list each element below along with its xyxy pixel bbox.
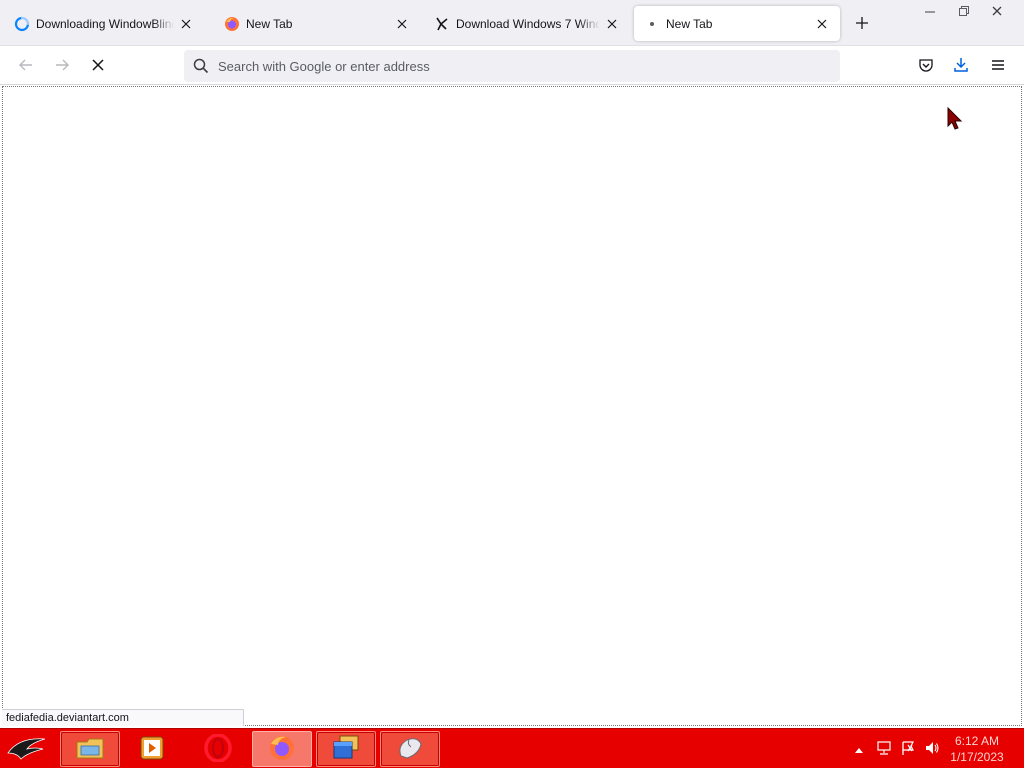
- back-button[interactable]: [13, 53, 39, 79]
- status-panel: fediafedia.deviantart.com: [2, 709, 244, 726]
- close-icon[interactable]: [394, 16, 410, 32]
- forward-button[interactable]: [49, 53, 75, 79]
- back-arrow-icon: [18, 57, 34, 76]
- address-bar[interactable]: [184, 50, 840, 82]
- pocket-button[interactable]: [913, 53, 939, 79]
- taskbar-mouse-app[interactable]: [380, 731, 440, 767]
- hamburger-menu-icon: [991, 59, 1005, 74]
- taskbar-window-manager[interactable]: [316, 731, 376, 767]
- close-window-button[interactable]: [985, 4, 1009, 20]
- stop-loading-button[interactable]: [85, 53, 111, 79]
- loading-spinner-icon: [14, 16, 30, 32]
- start-button[interactable]: [2, 731, 52, 767]
- app-menu-button[interactable]: [985, 53, 1011, 79]
- taskbar: 6:12 AM 1/17/2023: [0, 728, 1024, 768]
- window-manager-icon: [331, 734, 361, 765]
- stop-icon: [91, 58, 105, 75]
- system-clock[interactable]: 6:12 AM 1/17/2023: [944, 733, 1010, 765]
- close-icon[interactable]: [604, 16, 620, 32]
- tab-label: New Tab: [666, 16, 713, 31]
- volume-tray-button[interactable]: [922, 729, 942, 768]
- tab-new-tab-selected[interactable]: New Tab: [634, 6, 840, 41]
- tab-new-tab[interactable]: New Tab: [214, 6, 420, 41]
- search-icon: [192, 57, 210, 75]
- tab-download-windows-7-windowblinds[interactable]: Download Windows 7 WindowBlinds: [424, 6, 630, 41]
- firefox-icon: [268, 734, 296, 765]
- chevron-up-icon: [855, 742, 863, 756]
- action-center-tray-button[interactable]: [898, 729, 918, 768]
- close-icon[interactable]: [814, 16, 830, 32]
- opera-icon: [204, 732, 232, 765]
- close-icon: [991, 5, 1003, 20]
- deviantart-icon: [434, 16, 450, 32]
- pocket-icon: [918, 57, 934, 76]
- clock-date: 1/17/2023: [950, 750, 1004, 764]
- network-tray-button[interactable]: [874, 729, 894, 768]
- mouse-cursor-icon: [947, 106, 963, 131]
- firefox-icon: [224, 16, 240, 32]
- page-content-area[interactable]: [2, 86, 1022, 726]
- dot-icon: [644, 16, 660, 32]
- file-explorer-icon: [75, 734, 105, 765]
- show-hidden-icons-button[interactable]: [852, 729, 866, 768]
- tab-downloading-windowblinds[interactable]: Downloading WindowBlinds 8.0: [4, 6, 204, 41]
- rog-start-icon: [5, 733, 49, 766]
- media-player-icon: [139, 735, 165, 764]
- speaker-icon: [924, 740, 940, 759]
- flag-icon: [900, 740, 916, 759]
- download-icon: [953, 57, 969, 76]
- restore-button[interactable]: [952, 4, 976, 20]
- clock-time: 6:12 AM: [954, 734, 1000, 748]
- minimize-icon: [924, 5, 936, 20]
- tab-strip: Downloading WindowBlinds 8.0 New Tab Dow…: [0, 0, 1024, 46]
- tab-label: Downloading WindowBlinds 8.0: [36, 16, 174, 31]
- taskbar-media-player[interactable]: [122, 731, 182, 767]
- forward-arrow-icon: [54, 57, 70, 76]
- taskbar-firefox[interactable]: [252, 731, 312, 767]
- navigation-toolbar: [0, 46, 1024, 85]
- network-icon: [876, 740, 892, 759]
- downloads-button[interactable]: [948, 53, 974, 79]
- mouse-icon: [395, 734, 425, 765]
- taskbar-file-explorer[interactable]: [60, 731, 120, 767]
- new-tab-button[interactable]: [850, 12, 874, 36]
- restore-icon: [958, 5, 970, 20]
- close-icon[interactable]: [178, 16, 194, 32]
- address-input[interactable]: [218, 58, 818, 74]
- plus-icon: [855, 16, 869, 33]
- tab-label: New Tab: [246, 16, 293, 31]
- taskbar-opera[interactable]: [188, 731, 248, 767]
- tab-label: Download Windows 7 WindowBlinds: [456, 16, 600, 31]
- minimize-button[interactable]: [918, 4, 942, 20]
